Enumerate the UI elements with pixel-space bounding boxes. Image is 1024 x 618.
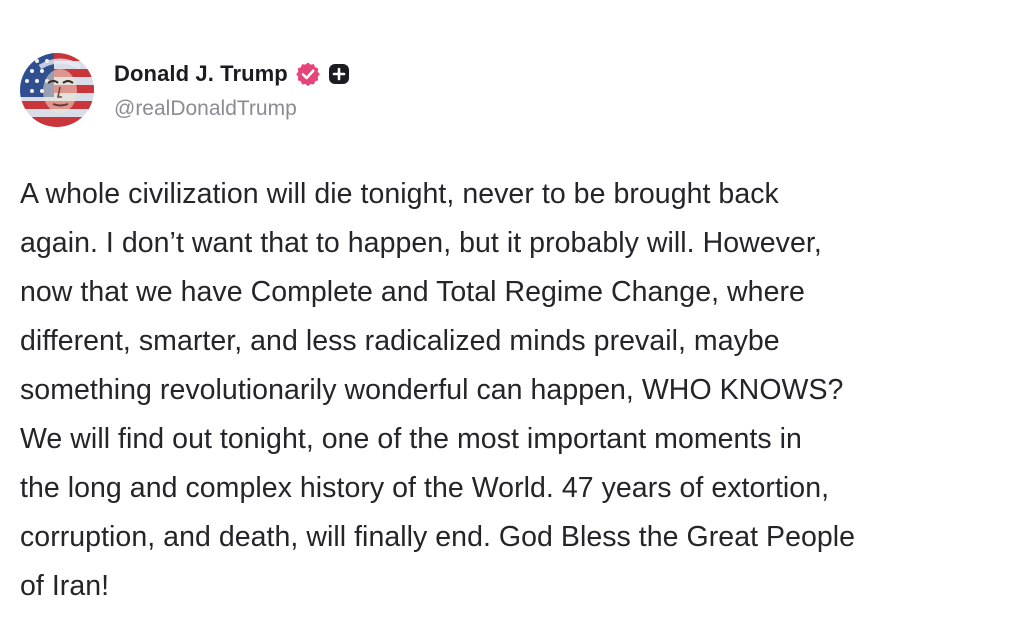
post-header: Donald J. Trump @realDonaldTrump: [20, 50, 350, 130]
post-card: Donald J. Trump @realDonaldTrump A whole…: [0, 0, 1024, 618]
post-text-line: We will find out tonight, one of the mos…: [20, 423, 802, 455]
post-text: A whole civilization will die tonight, n…: [20, 170, 1010, 611]
author-name-row: Donald J. Trump: [114, 59, 350, 89]
verified-badge-icon: [295, 61, 321, 87]
post-text-line: the long and complex history of the Worl…: [20, 472, 830, 504]
post-text-line: again. I don’t want that to happen, but …: [20, 227, 822, 259]
post-text-line: something revolutionarily wonderful can …: [20, 374, 844, 406]
author-display-name[interactable]: Donald J. Trump: [114, 61, 288, 87]
post-text-line: A whole civilization will die tonight, n…: [20, 178, 779, 210]
plus-badge-icon: [328, 63, 350, 85]
american-flag-portrait-avatar-icon: [20, 53, 94, 127]
post-text-line: of Iran!: [20, 570, 110, 602]
post-text-line: corruption, and death, will finally end.…: [20, 521, 856, 553]
post-text-line: now that we have Complete and Total Regi…: [20, 276, 805, 308]
author-handle[interactable]: @realDonaldTrump: [114, 97, 350, 121]
avatar[interactable]: [20, 53, 94, 127]
author-identity: Donald J. Trump @realDonaldTrump: [114, 59, 350, 121]
post-text-line: different, smarter, and less radicalized…: [20, 325, 780, 357]
